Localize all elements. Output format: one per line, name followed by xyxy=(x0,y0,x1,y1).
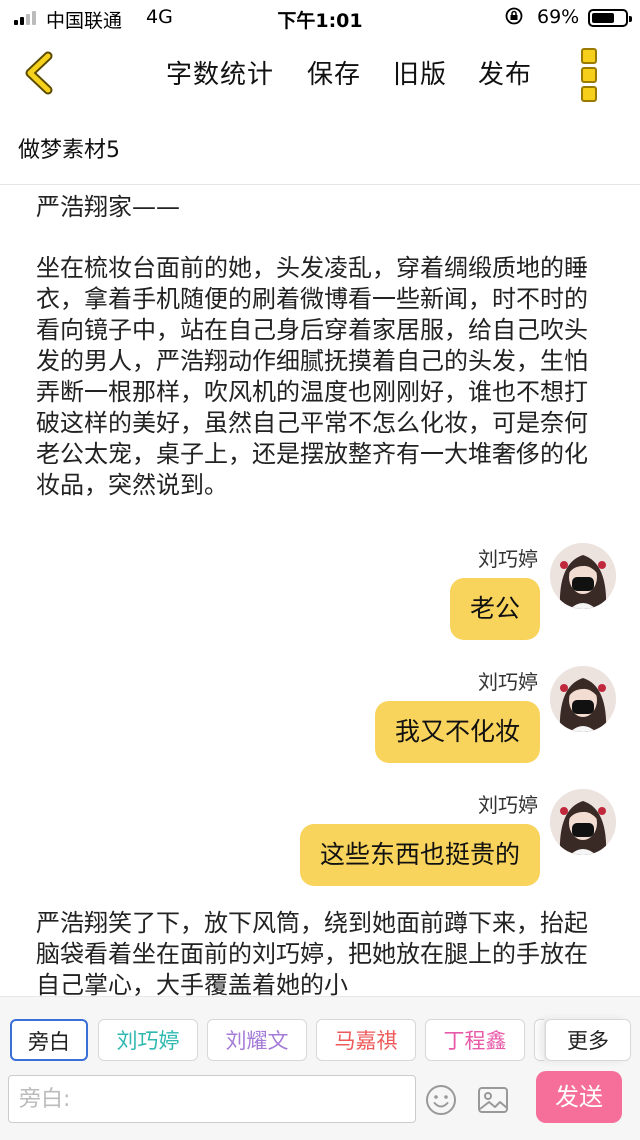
word-count-button[interactable]: 字数统计 xyxy=(166,54,274,91)
role-chip-liu-yaowen[interactable]: 刘耀文 xyxy=(207,1019,307,1061)
role-chip-liu-qiaoting[interactable]: 刘巧婷 xyxy=(98,1019,198,1061)
message-input[interactable] xyxy=(8,1075,416,1123)
more-menu-icon[interactable] xyxy=(576,48,602,102)
more-roles-button[interactable]: 更多 xyxy=(545,1019,631,1061)
bottom-toolbar: 旁白 刘巧婷 刘耀文 马嘉祺 丁程鑫 更多 发送 xyxy=(0,996,640,1140)
message-sender: 刘巧婷 xyxy=(478,793,538,817)
rotation-lock-icon xyxy=(505,7,523,25)
message-bubble[interactable]: 我又不化妆 xyxy=(374,701,540,763)
message-sender: 刘巧婷 xyxy=(478,547,538,571)
role-chip-ma-jiaqi[interactable]: 马嘉祺 xyxy=(316,1019,416,1061)
divider xyxy=(0,184,640,185)
story-paragraph[interactable]: 严浩翔笑了下，放下风筒，绕到她面前蹲下来，抬起脑袋看着坐在面前的刘巧婷，把她放在… xyxy=(36,908,606,996)
status-bar: 中国联通 4G 下午1:01 69% xyxy=(0,0,640,36)
avatar-image xyxy=(550,543,616,609)
message-bubble[interactable]: 老公 xyxy=(449,578,540,640)
top-nav: 字数统计 保存 旧版 发布 xyxy=(0,36,640,110)
save-button[interactable]: 保存 xyxy=(307,54,361,91)
message-bubble[interactable]: 这些东西也挺贵的 xyxy=(299,824,540,886)
role-chip-narrator[interactable]: 旁白 xyxy=(10,1019,88,1061)
image-icon[interactable] xyxy=(476,1083,510,1117)
avatar[interactable] xyxy=(550,543,616,609)
role-chip-ding-chengxin[interactable]: 丁程鑫 xyxy=(425,1019,525,1061)
emoji-icon[interactable] xyxy=(424,1083,458,1117)
old-version-button[interactable]: 旧版 xyxy=(393,54,447,91)
document-title[interactable]: 做梦素材5 xyxy=(18,132,120,164)
avatar-image xyxy=(550,666,616,732)
publish-button[interactable]: 发布 xyxy=(478,54,532,91)
back-arrow-icon[interactable] xyxy=(18,50,62,96)
avatar[interactable] xyxy=(550,666,616,732)
send-button[interactable]: 发送 xyxy=(536,1071,622,1123)
battery-icon xyxy=(588,9,632,27)
avatar-image xyxy=(550,789,616,855)
battery-percent: 69% xyxy=(537,6,580,28)
story-heading[interactable]: 严浩翔家—— xyxy=(36,192,606,223)
story-paragraph[interactable]: 坐在梳妆台面前的她，头发凌乱，穿着绸缎质地的睡衣，拿着手机随便的刷着微博看一些新… xyxy=(36,253,606,501)
message-sender: 刘巧婷 xyxy=(478,670,538,694)
avatar[interactable] xyxy=(550,789,616,855)
role-chip-partial[interactable] xyxy=(534,1019,544,1061)
